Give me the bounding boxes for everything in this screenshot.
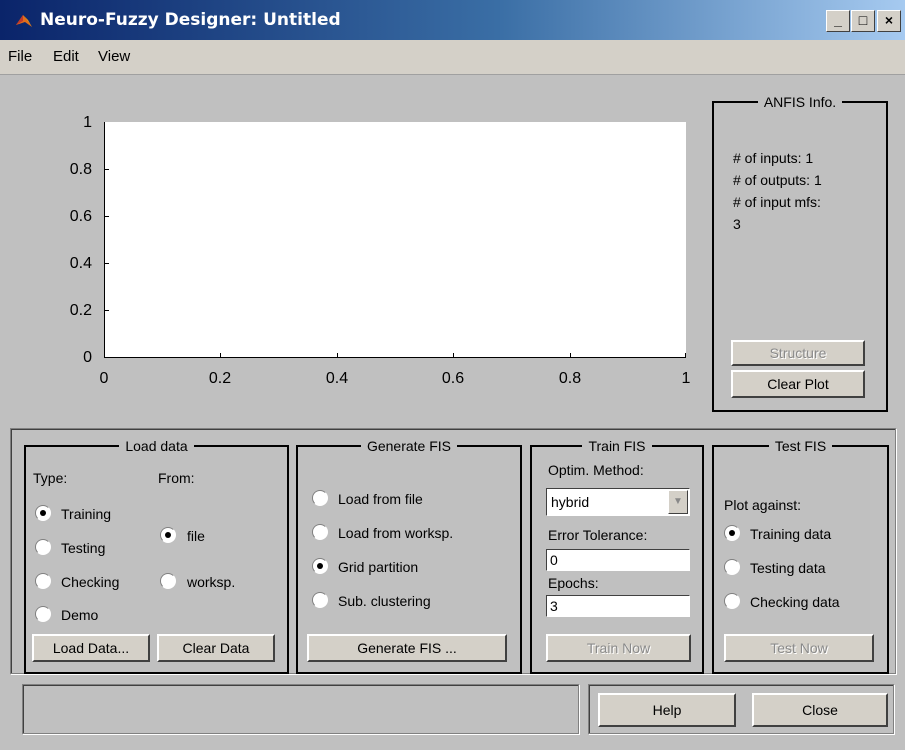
window-title: Neuro-Fuzzy Designer: Untitled — [40, 10, 341, 30]
y-tick — [104, 169, 109, 170]
radio-plot-training-data[interactable] — [724, 525, 740, 541]
radio-grid-partition[interactable] — [312, 558, 328, 574]
x-axis — [104, 357, 686, 358]
radio-type-checking[interactable] — [35, 573, 51, 589]
y-tick-label: 1 — [83, 114, 92, 131]
radio-load-from-file-label: Load from file — [338, 491, 423, 507]
x-tick — [570, 353, 571, 358]
x-tick — [220, 353, 221, 358]
matlab-logo-icon — [16, 15, 32, 27]
epochs-input[interactable]: 3 — [546, 595, 690, 617]
menu-bar: File Edit View — [0, 40, 905, 75]
x-tick-label: 0 — [99, 370, 109, 387]
title-bar[interactable]: Neuro-Fuzzy Designer: Untitled _ □ × — [0, 0, 905, 40]
close-window-button[interactable]: × — [877, 10, 901, 32]
y-tick — [104, 216, 109, 217]
menu-file[interactable]: File — [8, 48, 32, 65]
x-tick-label: 0.6 — [441, 370, 465, 387]
x-tick-label: 0.2 — [208, 370, 232, 387]
radio-type-demo[interactable] — [35, 606, 51, 622]
inputs-count: # of inputs: 1 — [733, 150, 814, 166]
optim-method-select[interactable]: hybrid ▼ — [546, 488, 690, 516]
neuro-fuzzy-designer-window: Neuro-Fuzzy Designer: Untitled _ □ × Fil… — [0, 0, 905, 750]
x-tick — [453, 353, 454, 358]
x-tick-label: 0.8 — [558, 370, 582, 387]
error-tolerance-input[interactable]: 0 — [546, 549, 690, 571]
test-now-button[interactable]: Test Now — [724, 634, 874, 662]
status-bar — [22, 684, 579, 734]
load-data-legend: Load data — [125, 438, 188, 454]
input-mfs-value: 3 — [733, 216, 741, 232]
chevron-down-icon[interactable]: ▼ — [668, 490, 688, 514]
radio-from-workspace[interactable] — [160, 573, 176, 589]
train-now-button[interactable]: Train Now — [546, 634, 691, 662]
radio-load-from-workspace-label: Load from worksp. — [338, 525, 454, 541]
radio-type-training[interactable] — [35, 505, 51, 521]
x-tick — [337, 353, 338, 358]
x-tick-label: 0.4 — [325, 370, 349, 387]
generate-fis-button[interactable]: Generate FIS ... — [307, 634, 507, 662]
y-tick — [104, 310, 109, 311]
y-tick-label: 0.8 — [69, 161, 92, 178]
radio-type-testing[interactable] — [35, 539, 51, 555]
radio-type-checking-label: Checking — [61, 574, 120, 590]
menu-view[interactable]: View — [98, 48, 130, 65]
radio-from-workspace-label: worksp. — [187, 574, 236, 590]
clear-data-button[interactable]: Clear Data — [157, 634, 275, 662]
optim-method-value: hybrid — [551, 494, 590, 510]
radio-from-file[interactable] — [160, 527, 176, 543]
y-tick-label: 0.6 — [69, 208, 92, 225]
radio-plot-training-data-label: Training data — [750, 526, 832, 542]
epochs-label: Epochs: — [548, 575, 599, 591]
input-mfs-label: # of input mfs: — [733, 194, 821, 210]
y-tick-label: 0.2 — [69, 302, 92, 319]
radio-plot-testing-data-label: Testing data — [750, 560, 826, 576]
x-tick-label: 1 — [681, 370, 691, 387]
y-tick-label: 0.4 — [69, 255, 92, 272]
radio-load-from-file[interactable] — [312, 490, 328, 506]
radio-plot-checking-data[interactable] — [724, 593, 740, 609]
optim-method-label: Optim. Method: — [548, 462, 644, 478]
radio-type-testing-label: Testing — [61, 540, 106, 556]
maximize-button[interactable]: □ — [851, 10, 875, 32]
minimize-button[interactable]: _ — [826, 10, 850, 32]
help-button[interactable]: Help — [598, 693, 736, 727]
train-fis-legend: Train FIS — [588, 438, 646, 454]
radio-grid-partition-label: Grid partition — [338, 559, 419, 575]
y-tick — [104, 263, 109, 264]
menu-edit[interactable]: Edit — [53, 48, 79, 65]
x-tick — [685, 353, 686, 358]
anfis-info-legend: ANFIS Info. — [763, 94, 837, 110]
radio-load-from-workspace[interactable] — [312, 524, 328, 540]
test-fis-legend: Test FIS — [774, 438, 827, 454]
load-data-button[interactable]: Load Data... — [32, 634, 150, 662]
error-tolerance-label: Error Tolerance: — [548, 527, 648, 543]
type-label: Type: — [33, 470, 68, 486]
outputs-count: # of outputs: 1 — [733, 172, 822, 188]
close-button[interactable]: Close — [752, 693, 888, 727]
radio-type-training-label: Training — [61, 506, 112, 522]
y-tick-label: 0 — [83, 349, 92, 366]
clear-plot-button[interactable]: Clear Plot — [731, 370, 865, 398]
radio-from-file-label: file — [187, 528, 205, 544]
generate-fis-legend: Generate FIS — [366, 438, 452, 454]
structure-button[interactable]: Structure — [731, 340, 865, 366]
plot-against-label: Plot against: — [724, 497, 802, 513]
radio-plot-checking-data-label: Checking data — [750, 594, 840, 610]
y-axis — [104, 122, 105, 358]
radio-sub-clustering-label: Sub. clustering — [338, 593, 431, 609]
radio-type-demo-label: Demo — [61, 607, 99, 623]
from-label: From: — [158, 470, 195, 486]
plot-area — [104, 122, 686, 358]
radio-plot-testing-data[interactable] — [724, 559, 740, 575]
radio-sub-clustering[interactable] — [312, 592, 328, 608]
